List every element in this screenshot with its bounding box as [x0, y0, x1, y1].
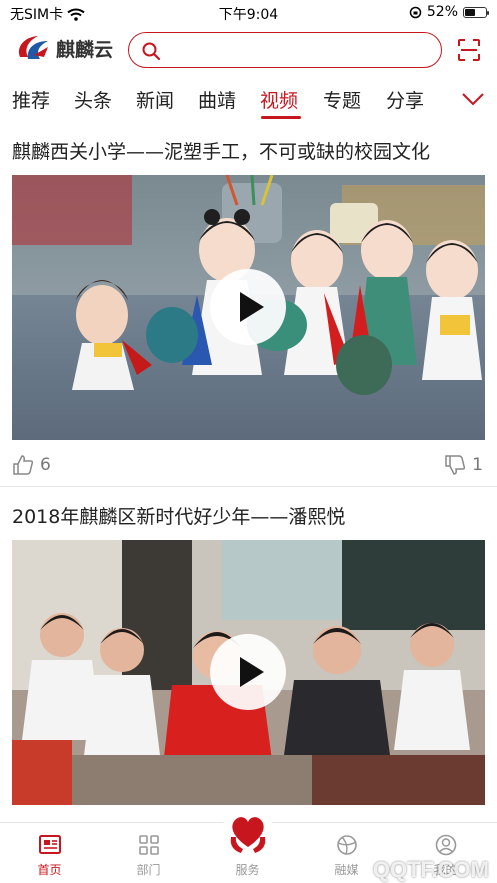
tab-news[interactable]: 新闻: [136, 86, 174, 113]
video-title[interactable]: 麒麟西关小学——泥塑手工，不可或缺的校园文化: [12, 137, 430, 164]
active-tab-indicator: [261, 116, 301, 119]
search-input[interactable]: [167, 39, 427, 61]
video-title[interactable]: 2018年麒麟区新时代好少年——潘熙悦: [12, 502, 345, 529]
play-button[interactable]: [210, 269, 286, 345]
tab-special[interactable]: 专题: [323, 86, 361, 113]
search-bar[interactable]: [128, 32, 442, 68]
chevron-down-icon[interactable]: [461, 92, 485, 106]
app-header: 麒麟云: [0, 30, 497, 72]
category-tabs: 推荐 头条 新闻 曲靖 视频 专题 分享: [0, 80, 497, 122]
tab-recommend[interactable]: 推荐: [12, 86, 50, 113]
battery-percent: 52%: [426, 4, 458, 20]
watermark: QQTF.COM: [372, 857, 489, 882]
dislike-button[interactable]: 1: [444, 454, 483, 476]
service-heart-icon: [230, 817, 266, 853]
qilin-logo-icon: [18, 36, 48, 59]
bottom-tab-bar: 首页 部门 服务 融媒 我的 QQTF.COM: [0, 807, 497, 883]
nav-home[interactable]: 首页: [0, 823, 99, 883]
tab-video[interactable]: 视频: [260, 86, 298, 113]
nav-departments[interactable]: 部门: [99, 823, 198, 883]
grid-icon: [139, 835, 159, 855]
globe-icon: [337, 835, 357, 855]
tab-qujing[interactable]: 曲靖: [198, 86, 236, 113]
video-thumbnail[interactable]: [12, 175, 485, 440]
video-thumbnail[interactable]: [12, 540, 485, 805]
nav-service[interactable]: 服务: [198, 807, 297, 883]
news-icon: [39, 835, 61, 854]
video-meta: 6 1: [12, 450, 485, 480]
divider: [0, 486, 497, 487]
like-count: 6: [40, 455, 51, 475]
like-button[interactable]: 6: [12, 454, 51, 476]
nav-label: 部门: [136, 863, 161, 877]
tab-share[interactable]: 分享: [386, 86, 424, 113]
search-icon: [142, 42, 161, 61]
play-button[interactable]: [210, 634, 286, 710]
status-right: 52%: [409, 4, 489, 20]
battery-icon: [463, 6, 489, 18]
nav-label: 首页: [37, 863, 62, 877]
user-icon: [435, 834, 457, 856]
app-logo[interactable]: 麒麟云: [14, 33, 113, 63]
scan-icon[interactable]: [457, 38, 481, 62]
status-bar: 无SIM卡 下午9:04 52%: [0, 0, 497, 26]
thumbs-down-icon: [445, 455, 466, 475]
rotation-lock-icon: [409, 6, 422, 18]
thumbs-up-icon: [13, 455, 34, 475]
app-name: 麒麟云: [56, 38, 114, 61]
dislike-count: 1: [472, 455, 483, 475]
tab-headlines[interactable]: 头条: [74, 86, 112, 113]
nav-label: 服务: [235, 863, 260, 877]
service-button[interactable]: [221, 807, 275, 861]
